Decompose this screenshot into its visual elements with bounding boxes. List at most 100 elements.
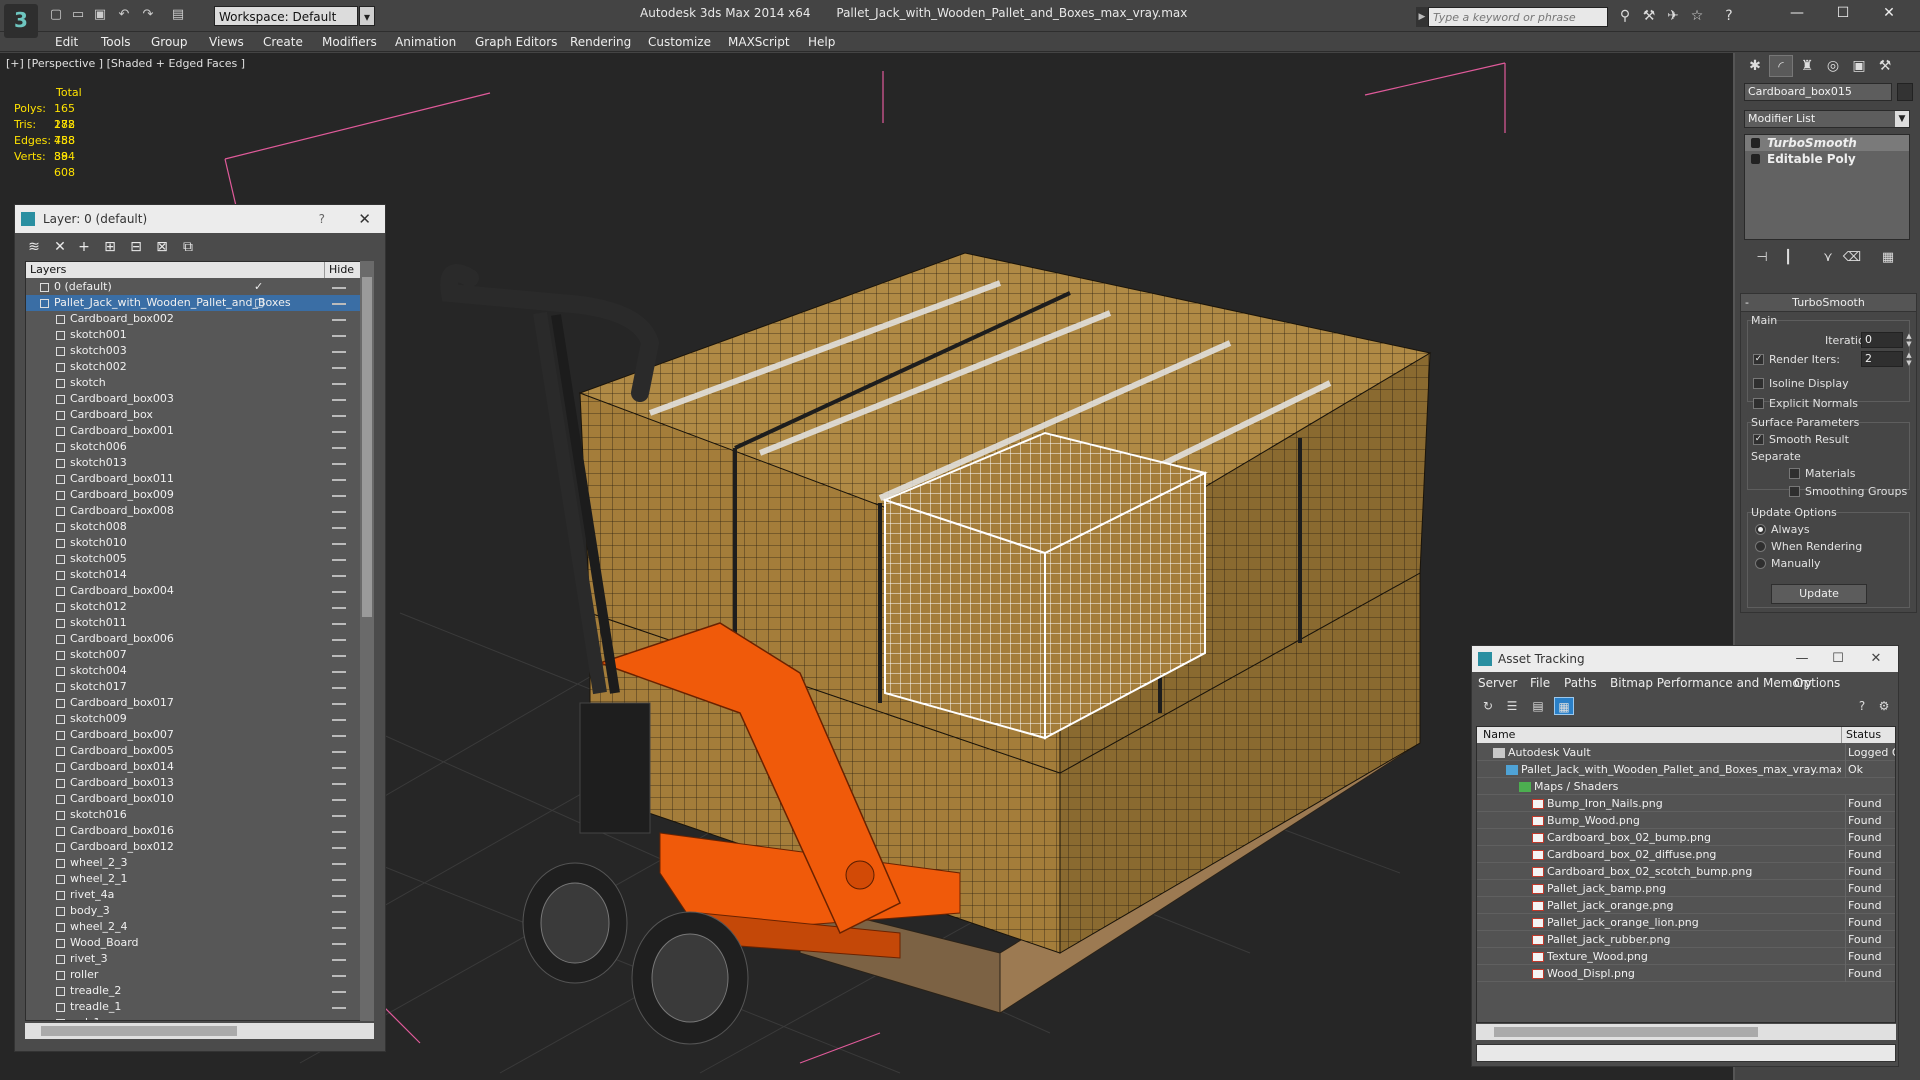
column-layers[interactable]: Layers: [30, 262, 66, 278]
display-tab-icon[interactable]: ▣: [1847, 55, 1871, 77]
layer-row[interactable]: Cardboard_box017: [26, 695, 361, 711]
hide-toggle[interactable]: [332, 735, 346, 737]
layer-row[interactable]: skotch008: [26, 519, 361, 535]
layer-row[interactable]: treadle_1: [26, 999, 361, 1015]
list-view-icon[interactable]: ☰: [1502, 697, 1522, 715]
highlight-layer-icon[interactable]: ⊟: [125, 237, 147, 257]
layer-row[interactable]: skotch017: [26, 679, 361, 695]
layer-row[interactable]: skotch007: [26, 647, 361, 663]
asset-dialog-titlebar[interactable]: Asset Tracking — ☐ ✕: [1472, 646, 1898, 672]
utilities-tab-icon[interactable]: ⚒: [1873, 55, 1897, 77]
menu-tools[interactable]: Tools: [101, 32, 131, 52]
layer-row[interactable]: Cardboard_box012: [26, 839, 361, 855]
app-menu-button[interactable]: 3: [4, 4, 38, 38]
hide-toggle[interactable]: [332, 703, 346, 705]
asset-row[interactable]: Bump_Wood.png Found: [1477, 812, 1895, 829]
maximize-icon[interactable]: ☐: [1820, 646, 1856, 672]
hide-toggle[interactable]: [332, 559, 346, 561]
layer-row[interactable]: Cardboard_box001: [26, 423, 361, 439]
freeze-all-layers-icon[interactable]: ⧉: [177, 237, 199, 257]
subscription-icon[interactable]: ⚒: [1638, 6, 1660, 26]
hide-toggle[interactable]: [332, 751, 346, 753]
hide-toggle[interactable]: [332, 1007, 346, 1009]
hide-toggle[interactable]: [332, 511, 346, 513]
asset-table[interactable]: Name Status Autodesk Vault Logged Out Pall…: [1476, 726, 1896, 1023]
asset-row[interactable]: Cardboard_box_02_bump.png Found: [1477, 829, 1895, 846]
layer-row[interactable]: wheel_2_1: [26, 871, 361, 887]
hide-toggle[interactable]: [332, 607, 346, 609]
layer-row[interactable]: Wood_Board: [26, 935, 361, 951]
hide-toggle[interactable]: [332, 959, 346, 961]
layer-horizontal-scrollbar[interactable]: [25, 1023, 374, 1039]
collapse-icon[interactable]: -: [1745, 294, 1749, 312]
column-status[interactable]: Status: [1841, 727, 1895, 743]
hide-toggle[interactable]: [332, 831, 346, 833]
asset-row[interactable]: Wood_Displ.png Found: [1477, 965, 1895, 982]
stack-item-turbosmooth[interactable]: TurboSmooth: [1745, 135, 1909, 151]
hide-toggle[interactable]: [332, 431, 346, 433]
binoculars-icon[interactable]: ⚲: [1614, 6, 1636, 26]
menu-graph-editors[interactable]: Graph Editors: [475, 32, 557, 52]
layer-row[interactable]: Cardboard_box009: [26, 487, 361, 503]
add-to-layer-icon[interactable]: +: [73, 237, 95, 257]
close-icon[interactable]: ✕: [358, 205, 371, 233]
expand-plus-icon[interactable]: [1751, 154, 1760, 164]
modifier-stack[interactable]: TurboSmooth Editable Poly: [1744, 134, 1910, 240]
modifier-list-dropdown[interactable]: Modifier List ▼: [1744, 110, 1910, 128]
column-name[interactable]: Name: [1483, 727, 1515, 743]
layer-row[interactable]: Cardboard_box007: [26, 727, 361, 743]
hide-toggle[interactable]: [332, 319, 346, 321]
new-file-icon[interactable]: ▢: [46, 6, 66, 24]
hide-toggle[interactable]: [332, 863, 346, 865]
layer-dialog-titlebar[interactable]: Layer: 0 (default) ? ✕: [15, 205, 385, 233]
layer-row[interactable]: skotch004: [26, 663, 361, 679]
layer-select-box-icon[interactable]: ▢: [254, 295, 264, 311]
menu-maxscript[interactable]: MAXScript: [728, 32, 790, 52]
close-icon[interactable]: ✕: [1866, 0, 1912, 26]
menu-help[interactable]: Help: [808, 32, 835, 52]
project-folder-icon[interactable]: ▤: [168, 6, 188, 24]
layer-row[interactable]: Cardboard_box003: [26, 391, 361, 407]
thumbnail-view-icon[interactable]: ▤: [1528, 697, 1548, 715]
asset-row[interactable]: Pallet_jack_orange_lion.png Found: [1477, 914, 1895, 931]
hide-toggle[interactable]: [332, 815, 346, 817]
select-in-layer-icon[interactable]: ⊞: [99, 237, 121, 257]
layer-row[interactable]: Cardboard_box005: [26, 743, 361, 759]
asset-row[interactable]: Cardboard_box_02_diffuse.png Found: [1477, 846, 1895, 863]
create-tab-icon[interactable]: ✱: [1743, 55, 1767, 77]
communication-icon[interactable]: ✈: [1662, 6, 1684, 26]
hide-toggle[interactable]: [332, 767, 346, 769]
hide-toggle[interactable]: [332, 927, 346, 929]
redo-icon[interactable]: ↷: [138, 6, 158, 24]
layer-row[interactable]: Cardboard_box008: [26, 503, 361, 519]
layer-vertical-scrollbar[interactable]: [360, 261, 374, 1021]
hide-toggle[interactable]: [332, 719, 346, 721]
open-file-icon[interactable]: ▭: [68, 6, 88, 24]
layer-row[interactable]: skotch016: [26, 807, 361, 823]
layer-row[interactable]: rivet_3: [26, 951, 361, 967]
column-hide[interactable]: Hide: [324, 262, 356, 278]
turbosmooth-rollout-header[interactable]: - TurboSmooth: [1741, 294, 1916, 312]
layer-row[interactable]: skotch009: [26, 711, 361, 727]
help-icon[interactable]: ?: [1852, 697, 1872, 715]
close-icon[interactable]: ✕: [1858, 646, 1894, 672]
layer-row[interactable]: rivet_4a: [26, 887, 361, 903]
menu-group[interactable]: Group: [151, 32, 188, 52]
layer-row[interactable]: Cardboard_box016: [26, 823, 361, 839]
scroll-thumb[interactable]: [362, 277, 372, 617]
layer-row[interactable]: Cardboard_box002: [26, 311, 361, 327]
smoothing-groups-checkbox[interactable]: [1789, 486, 1800, 497]
iterations-spinner[interactable]: 0: [1861, 332, 1903, 348]
layer-row[interactable]: roller: [26, 967, 361, 983]
layer-row[interactable]: Cardboard_box014: [26, 759, 361, 775]
search-input[interactable]: Type a keyword or phrase: [1428, 7, 1608, 27]
isoline-display-checkbox[interactable]: [1753, 378, 1764, 389]
hide-all-layers-icon[interactable]: ⊠: [151, 237, 173, 257]
asset-row[interactable]: Pallet_jack_bamp.png Found: [1477, 880, 1895, 897]
layer-row[interactable]: skotch006: [26, 439, 361, 455]
render-iters-checkbox[interactable]: ✓: [1753, 354, 1764, 365]
layer-row[interactable]: skotch014: [26, 567, 361, 583]
layers-stack-icon[interactable]: ≋: [23, 237, 45, 257]
update-always-radio[interactable]: [1755, 524, 1766, 535]
asset-row[interactable]: Pallet_jack_orange.png Found: [1477, 897, 1895, 914]
